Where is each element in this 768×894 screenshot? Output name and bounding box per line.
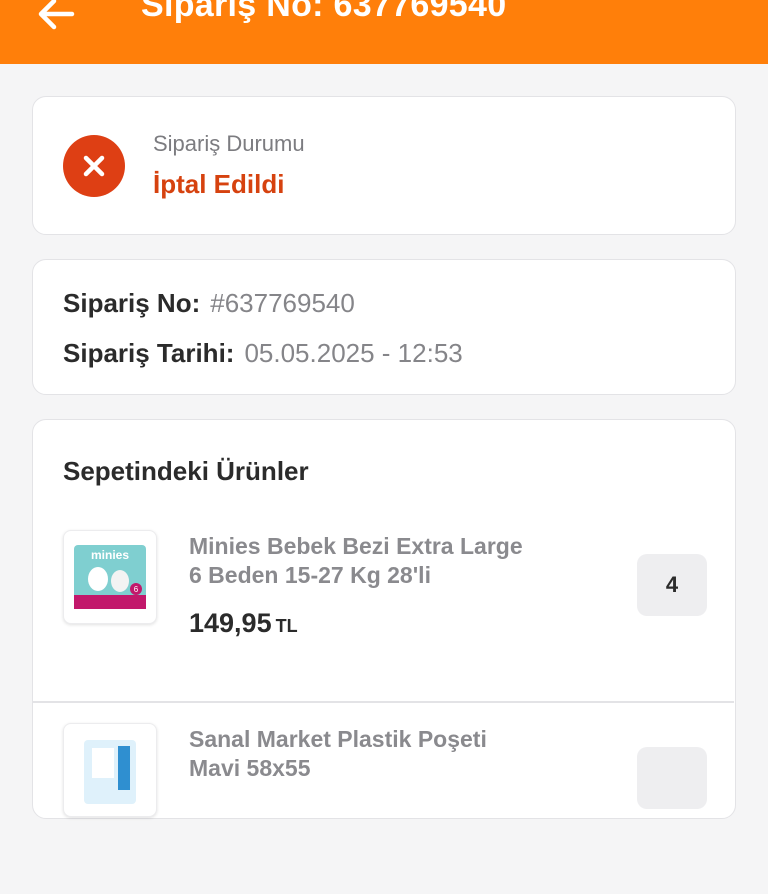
- quantity-badge: 4: [637, 554, 707, 616]
- price-currency: TL: [275, 616, 298, 636]
- page-title: Sipariş No: 637769540: [141, 0, 507, 24]
- product-name: Minies Bebek Bezi Extra Large 6 Beden 15…: [189, 532, 589, 590]
- product-name-line1: Minies Bebek Bezi Extra Large: [189, 533, 523, 559]
- product-item[interactable]: Sanal Market Plastik Poşeti Mavi 58x55: [33, 702, 734, 894]
- order-status-card: Sipariş Durumu İptal Edildi: [32, 96, 736, 235]
- product-name-line2: Mavi 58x55: [189, 755, 311, 781]
- order-info-card: Sipariş No: #637769540 Sipariş Tarihi: 05.…: [32, 259, 736, 395]
- plastic-bag-image: [84, 740, 136, 804]
- products-title: Sepetindeki Ürünler: [63, 456, 309, 486]
- order-date-label: Sipariş Tarihi:: [63, 338, 235, 368]
- product-name-line1: Sanal Market Plastik Poşeti: [189, 726, 487, 752]
- products-card: Sepetindeki Ürünler 6 minies Minies Bebe…: [32, 419, 736, 819]
- status-label: Sipariş Durumu: [153, 131, 305, 156]
- status-value: İptal Edildi: [153, 169, 285, 199]
- order-number-value: #637769540: [210, 288, 355, 318]
- price-value: 149,95: [189, 608, 272, 638]
- product-item[interactable]: 6 minies Minies Bebek Bezi Extra Large 6…: [33, 510, 734, 702]
- product-price: 149,95 TL: [189, 608, 298, 639]
- product-image: 6 minies: [63, 530, 157, 624]
- product-name: Sanal Market Plastik Poşeti Mavi 58x55: [189, 725, 589, 783]
- arrow-left-icon: [38, 0, 75, 30]
- order-date-row: Sipariş Tarihi: 05.05.2025 - 12:53: [63, 338, 463, 369]
- product-image: [63, 723, 157, 817]
- svg-text:minies: minies: [91, 548, 129, 562]
- svg-text:6: 6: [134, 585, 139, 594]
- quantity-badge: [637, 747, 707, 809]
- app-header: Sipariş No: 637769540: [0, 0, 768, 64]
- cancel-x-icon: [63, 135, 125, 197]
- order-number-label: Sipariş No:: [63, 288, 201, 318]
- diaper-pack-image: 6 minies: [74, 545, 146, 609]
- product-name-line2: 6 Beden 15-27 Kg 28'li: [189, 562, 431, 588]
- order-number-row: Sipariş No: #637769540: [63, 288, 355, 319]
- order-date-value: 05.05.2025 - 12:53: [244, 338, 463, 368]
- back-button[interactable]: [32, 0, 80, 34]
